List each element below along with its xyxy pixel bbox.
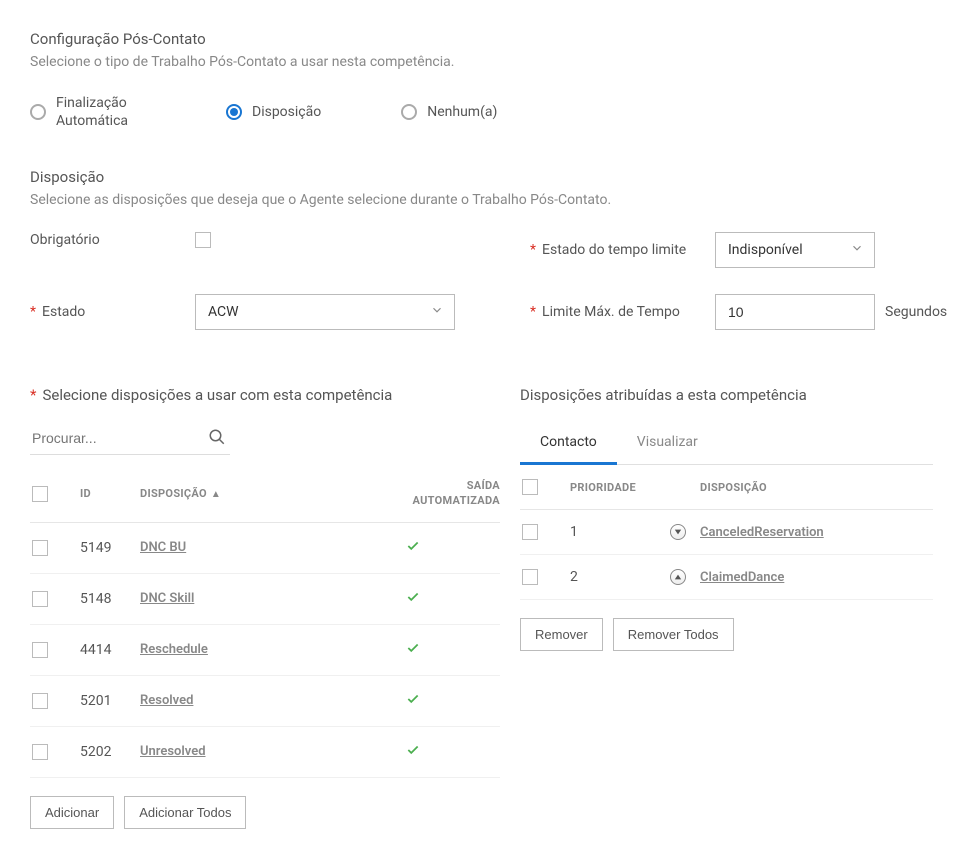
row-checkbox[interactable] xyxy=(32,693,48,709)
state-label: *Estado xyxy=(30,304,195,320)
row-auto-exit xyxy=(388,641,500,659)
check-icon xyxy=(406,592,420,608)
chevron-down-icon xyxy=(850,241,864,259)
check-icon xyxy=(406,541,420,557)
row-checkbox[interactable] xyxy=(32,540,48,556)
radio-none[interactable] xyxy=(401,104,417,120)
disposition-title: Disposição xyxy=(30,168,933,186)
row-disposition-link[interactable]: Resolved xyxy=(140,693,388,708)
timeout-state-select[interactable]: Indisponível xyxy=(715,232,875,268)
post-contact-desc: Selecione o tipo de Trabalho Pós-Contato… xyxy=(30,54,933,70)
row-id: 5148 xyxy=(80,591,140,607)
select-all-available-checkbox[interactable] xyxy=(32,486,48,502)
row-disposition-link[interactable]: DNC BU xyxy=(140,540,388,555)
available-table-head: ID DISPOSIÇÃO▲ SAÍDA AUTOMATIZADA xyxy=(30,465,500,523)
radio-auto-label[interactable]: Finalização Automática xyxy=(56,94,146,130)
row-auto-exit xyxy=(388,692,500,710)
tab-preview[interactable]: Visualizar xyxy=(617,422,718,464)
check-icon xyxy=(406,694,420,710)
th-id[interactable]: ID xyxy=(80,487,140,500)
timeout-state-label: *Estado do tempo limite xyxy=(530,242,715,258)
row-priority: 2 xyxy=(570,569,670,585)
row-disposition-link[interactable]: CanceledReservation xyxy=(700,525,933,540)
th-assigned-disposition[interactable]: DISPOSIÇÃO xyxy=(700,481,933,494)
assigned-row: 2 ClaimedDance xyxy=(520,555,933,600)
post-contact-title: Configuração Pós-Contato xyxy=(30,30,933,48)
row-id: 5149 xyxy=(80,540,140,556)
search-icon[interactable] xyxy=(208,428,226,450)
available-row: 5148 DNC Skill xyxy=(30,574,500,625)
select-all-assigned-checkbox[interactable] xyxy=(522,479,538,495)
row-checkbox[interactable] xyxy=(522,524,538,540)
remove-button[interactable]: Remover xyxy=(520,618,603,651)
radio-none-label[interactable]: Nenhum(a) xyxy=(427,103,497,121)
sort-indicator-icon: ▲ xyxy=(211,489,221,500)
row-auto-exit xyxy=(388,590,500,608)
row-disposition-link[interactable]: Reschedule xyxy=(140,642,388,657)
available-row: 5149 DNC BU xyxy=(30,523,500,574)
row-auto-exit xyxy=(388,539,500,557)
assigned-row: 1 CanceledReservation xyxy=(520,510,933,555)
max-time-label: *Limite Máx. de Tempo xyxy=(530,304,715,320)
required-label: Obrigatório xyxy=(30,232,195,248)
state-select[interactable]: ACW xyxy=(195,294,455,330)
row-auto-exit xyxy=(388,743,500,761)
assigned-panel-title: Disposições atribuídas a esta competênci… xyxy=(520,386,933,404)
tab-contact[interactable]: Contacto xyxy=(520,422,617,465)
radio-disposition-label[interactable]: Disposição xyxy=(252,103,321,121)
seconds-suffix: Segundos xyxy=(885,304,947,320)
check-icon xyxy=(406,745,420,761)
available-row: 5202 Unresolved xyxy=(30,727,500,778)
available-row: 4414 Reschedule xyxy=(30,625,500,676)
row-priority: 1 xyxy=(570,524,670,540)
radio-disposition[interactable] xyxy=(226,104,242,120)
move-up-icon[interactable] xyxy=(670,569,686,585)
row-disposition-link[interactable]: DNC Skill xyxy=(140,591,388,606)
th-auto-exit[interactable]: SAÍDA AUTOMATIZADA xyxy=(388,479,500,508)
row-disposition-link[interactable]: Unresolved xyxy=(140,744,388,759)
row-checkbox[interactable] xyxy=(32,642,48,658)
radio-auto[interactable] xyxy=(30,104,46,120)
row-id: 5201 xyxy=(80,693,140,709)
disposition-desc: Selecione as disposições que deseja que … xyxy=(30,192,933,208)
search-input[interactable] xyxy=(30,422,230,455)
row-id: 4414 xyxy=(80,642,140,658)
check-icon xyxy=(406,643,420,659)
post-contact-radio-row: Finalização Automática Disposição Nenhum… xyxy=(30,94,933,130)
available-row: 5201 Resolved xyxy=(30,676,500,727)
row-checkbox[interactable] xyxy=(32,744,48,760)
add-button[interactable]: Adicionar xyxy=(30,796,114,829)
row-checkbox[interactable] xyxy=(32,591,48,607)
row-id: 5202 xyxy=(80,744,140,760)
add-all-button[interactable]: Adicionar Todos xyxy=(124,796,246,829)
required-checkbox[interactable] xyxy=(195,232,211,248)
row-disposition-link[interactable]: ClaimedDance xyxy=(700,570,933,585)
move-down-icon[interactable] xyxy=(670,524,686,540)
remove-all-button[interactable]: Remover Todos xyxy=(613,618,734,651)
assigned-table-head: PRIORIDADE DISPOSIÇÃO xyxy=(520,465,933,510)
chevron-down-icon xyxy=(430,303,444,321)
th-priority[interactable]: PRIORIDADE xyxy=(570,481,670,494)
assigned-tabs: Contacto Visualizar xyxy=(520,422,933,465)
available-panel-title: *Selecione disposições a usar com esta c… xyxy=(30,386,500,404)
max-time-input[interactable] xyxy=(715,294,875,330)
row-checkbox[interactable] xyxy=(522,569,538,585)
th-disposition[interactable]: DISPOSIÇÃO▲ xyxy=(140,487,388,500)
